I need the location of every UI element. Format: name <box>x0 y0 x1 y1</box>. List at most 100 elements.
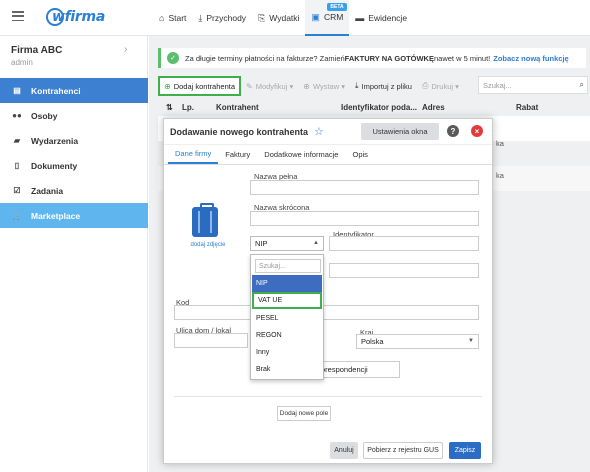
sidebar-item-dokumenty[interactable]: ▯ Dokumenty <box>0 153 148 178</box>
beta-badge: BETA <box>327 3 347 11</box>
correspondence-button[interactable]: orespondencji <box>316 361 400 378</box>
modify-label: Modyfikuj <box>255 81 288 91</box>
column-identifier[interactable]: Identyfikator poda... <box>341 103 417 112</box>
id-type-select[interactable]: NIP ▲ <box>250 236 324 251</box>
people-icon: ●● <box>12 111 22 120</box>
sidebar: Firma ABC admin › ▤ Kontrahenci ●● Osoby… <box>0 36 148 472</box>
issue-button[interactable]: ⊕ Wystaw ▾ <box>298 76 350 96</box>
sidebar-item-kontrahenci[interactable]: ▤ Kontrahenci <box>0 78 148 103</box>
folder-icon: ▬ <box>355 13 365 23</box>
add-photo[interactable]: dodaj zdjęcie <box>188 203 228 257</box>
add-contractor-dialog: Dodawanie nowego kontrahenta ☆ Ustawieni… <box>163 118 493 464</box>
star-icon[interactable]: ☆ <box>314 125 324 138</box>
identifier-input[interactable] <box>329 236 479 251</box>
info-icon: ✓ <box>167 52 179 64</box>
dialog-header: Dodawanie nowego kontrahenta ☆ Ustawieni… <box>164 119 492 145</box>
company-name: Firma ABC <box>11 45 63 56</box>
tab-invoices[interactable]: Faktury <box>218 145 257 164</box>
nav-wydatki[interactable]: ⎘ Wydatki <box>252 0 305 36</box>
toolbar: ⊕ Dodaj kontrahenta ✎ Modyfikuj ▾ ⊕ Wyst… <box>158 76 590 96</box>
plus-circle-icon: ⊕ <box>303 81 310 91</box>
save-button[interactable]: Zapisz <box>449 442 481 459</box>
tab-description[interactable]: Opis <box>345 145 374 164</box>
correspondence-label: orespondencji <box>321 365 368 374</box>
logo[interactable]: wfirma <box>46 7 105 27</box>
cart-icon: 🛒 <box>12 211 22 220</box>
chevron-up-icon: ▲ <box>313 240 319 246</box>
add-photo-label: dodaj zdjęcie <box>190 242 226 248</box>
nav-przychody[interactable]: ⤓ Przychody <box>192 0 252 36</box>
search-placeholder: Szukaj... <box>483 80 512 90</box>
option-other[interactable]: Inny <box>252 344 322 361</box>
id-type-dropdown: Szukaj... NIP VAT UE PESEL REGON Inny Br… <box>250 254 324 380</box>
top-bar: wfirma ⌂ Start ⤓ Przychody ⎘ Wydatki BET… <box>0 0 590 36</box>
tasks-icon: ☑ <box>13 186 21 195</box>
sort-icon[interactable]: ⇅ <box>166 103 173 112</box>
print-button[interactable]: ⎙ Drukuj ▾ <box>417 76 464 96</box>
nav-wydatki-label: Wydatki <box>269 13 300 23</box>
option-pesel[interactable]: PESEL <box>252 310 322 327</box>
chevron-right-icon[interactable]: › <box>124 44 127 55</box>
banner-link[interactable]: Zobacz nową funkcję <box>493 54 568 63</box>
sidebar-item-zadania[interactable]: ☑ Zadania <box>0 178 148 203</box>
import-icon: ⤓ <box>355 81 359 90</box>
menu-icon[interactable] <box>12 11 24 21</box>
expenses-icon: ⎘ <box>258 12 266 23</box>
column-lp[interactable]: Lp. <box>182 103 194 112</box>
column-kontrahent[interactable]: Kontrahent <box>216 103 259 112</box>
option-none[interactable]: Brak <box>252 361 322 378</box>
nav-crm[interactable]: BETA ▣ CRM <box>305 0 350 36</box>
search-icon[interactable]: ⌕ <box>580 80 584 90</box>
nav-ewidencje[interactable]: ▬ Ewidencje <box>349 0 413 36</box>
sidebar-item-osoby[interactable]: ●● Osoby <box>0 103 148 128</box>
crm-icon: ▣ <box>311 11 320 22</box>
short-name-input[interactable] <box>250 211 479 226</box>
cancel-button[interactable]: Anuluj <box>330 442 358 459</box>
add-contractor-button[interactable]: ⊕ Dodaj kontrahenta <box>158 76 241 96</box>
window-settings-button[interactable]: Ustawienia okna <box>361 123 439 140</box>
sidebar-item-label: Zadania <box>31 185 64 196</box>
sidebar-item-label: Wydarzenia <box>31 135 79 146</box>
print-icon: ⎙ <box>421 81 429 90</box>
plus-icon: ⊕ <box>164 81 171 91</box>
import-button[interactable]: ⤓ Importuj z pliku <box>350 76 417 96</box>
nav-start[interactable]: ⌂ Start <box>153 0 192 36</box>
tab-additional-info[interactable]: Dodatkowe informacje <box>257 145 345 164</box>
divider <box>174 396 482 397</box>
country-value: Polska <box>361 337 384 346</box>
option-nip[interactable]: NIP <box>252 275 322 292</box>
row-fragment: ka <box>496 139 504 148</box>
full-name-input[interactable] <box>250 180 479 195</box>
add-field-button[interactable]: Dodaj nowe pole <box>277 406 331 421</box>
search-input[interactable]: Szukaj... ⌕ <box>478 76 588 94</box>
contacts-icon: ▤ <box>13 86 21 95</box>
dropdown-search-input[interactable]: Szukaj... <box>255 259 321 273</box>
home-icon: ⌂ <box>159 13 165 23</box>
gus-fetch-button[interactable]: Pobierz z rejestru GUS <box>363 442 443 459</box>
dialog-title: Dodawanie nowego kontrahenta <box>170 126 309 137</box>
chevron-down-icon: ▼ <box>468 338 474 344</box>
nav-start-label: Start <box>168 13 187 23</box>
postal-code-input[interactable] <box>174 305 479 320</box>
modify-button[interactable]: ✎ Modyfikuj ▾ <box>241 76 298 96</box>
close-icon[interactable]: × <box>471 125 483 137</box>
tab-company-data[interactable]: Dane firmy <box>168 145 219 164</box>
field-input[interactable] <box>329 263 479 278</box>
import-label: Importuj z pliku <box>361 81 412 91</box>
sidebar-item-wydarzenia[interactable]: ▰ Wydarzenia <box>0 128 148 153</box>
column-address[interactable]: Adres <box>422 103 445 112</box>
help-icon[interactable]: ? <box>447 125 459 137</box>
row-fragment: ka <box>496 171 504 180</box>
nav-przychody-label: Przychody <box>206 13 247 23</box>
sidebar-item-marketplace[interactable]: 🛒 Marketplace <box>0 203 148 228</box>
company-switcher[interactable]: Firma ABC admin <box>11 45 62 67</box>
banner-text: Za długie terminy płatności na fakturze?… <box>185 53 345 63</box>
column-discount[interactable]: Rabat <box>516 103 538 112</box>
option-regon[interactable]: REGON <box>252 327 322 344</box>
street-input[interactable] <box>174 333 248 348</box>
country-select[interactable]: Polska ▼ <box>356 334 479 349</box>
nav-crm-label: CRM <box>323 12 344 22</box>
edit-icon: ✎ <box>246 81 253 91</box>
dropdown-search-placeholder: Szukaj... <box>259 262 286 270</box>
option-vat-ue[interactable]: VAT UE <box>252 292 322 309</box>
